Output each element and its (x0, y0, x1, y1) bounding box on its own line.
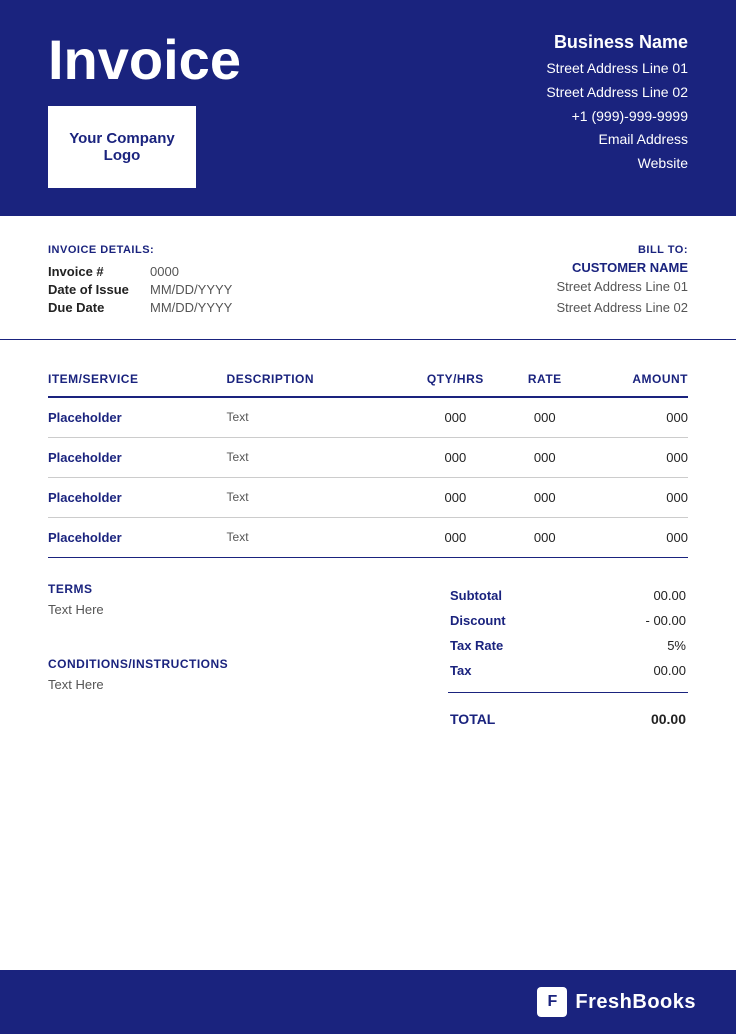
header-right: Business Name Street Address Line 01 Str… (546, 32, 688, 176)
terms-text: Text Here (48, 602, 408, 617)
tax-value: 00.00 (587, 659, 686, 682)
row-item-1: Placeholder (48, 437, 227, 477)
totals-table: Subtotal 00.00 Discount - 00.00 Tax Rate… (448, 582, 688, 684)
row-item-2: Placeholder (48, 477, 227, 517)
conditions-text: Text Here (48, 677, 408, 692)
row-qty-0: 000 (399, 397, 511, 438)
issue-date-value: MM/DD/YYYY (150, 282, 232, 297)
bill-to-title: BILL TO: (556, 244, 688, 256)
due-date-row: Due Date MM/DD/YYYY (48, 300, 232, 315)
totals-divider (448, 692, 688, 693)
col-header-amount: AMOUNT (578, 364, 688, 397)
table-row: Placeholder Text 000 000 000 (48, 437, 688, 477)
details-section: INVOICE DETAILS: Invoice # 0000 Date of … (0, 216, 736, 340)
due-date-label: Due Date (48, 300, 138, 315)
row-rate-2: 000 (511, 477, 578, 517)
discount-row: Discount - 00.00 (450, 609, 686, 632)
row-item-3: Placeholder (48, 517, 227, 557)
totals-section: Subtotal 00.00 Discount - 00.00 Tax Rate… (448, 582, 688, 733)
business-email: Email Address (546, 128, 688, 152)
terms-conditions: TERMS Text Here CONDITIONS/INSTRUCTIONS … (48, 582, 448, 692)
business-name: Business Name (546, 32, 688, 53)
bill-to-section: BILL TO: CUSTOMER NAME Street Address Li… (556, 244, 688, 319)
tax-rate-label: Tax Rate (450, 634, 585, 657)
invoice-details-title: INVOICE DETAILS: (48, 244, 232, 256)
invoice-details: INVOICE DETAILS: Invoice # 0000 Date of … (48, 244, 232, 318)
header-left: Invoice Your Company Logo (48, 32, 241, 188)
tax-rate-row: Tax Rate 5% (450, 634, 686, 657)
invoice-title: Invoice (48, 32, 241, 88)
table-row: Placeholder Text 000 000 000 (48, 477, 688, 517)
col-header-qty: QTY/HRS (399, 364, 511, 397)
issue-date-row: Date of Issue MM/DD/YYYY (48, 282, 232, 297)
row-qty-3: 000 (399, 517, 511, 557)
row-amount-0: 000 (578, 397, 688, 438)
customer-address2: Street Address Line 02 (556, 298, 688, 319)
freshbooks-icon: F (537, 987, 567, 1017)
terms-title: TERMS (48, 582, 408, 596)
company-logo: Your Company Logo (48, 106, 196, 188)
col-header-description: DESCRIPTION (227, 364, 400, 397)
main-content: INVOICE DETAILS: Invoice # 0000 Date of … (0, 216, 736, 970)
due-date-value: MM/DD/YYYY (150, 300, 232, 315)
tax-label: Tax (450, 659, 585, 682)
row-qty-1: 000 (399, 437, 511, 477)
row-item-0: Placeholder (48, 397, 227, 438)
row-desc-0: Text (227, 397, 400, 438)
business-website: Website (546, 152, 688, 176)
freshbooks-name: FreshBooks (575, 991, 696, 1014)
total-value: 00.00 (584, 703, 686, 731)
row-desc-2: Text (227, 477, 400, 517)
business-phone: +1 (999)-999-9999 (546, 105, 688, 129)
row-amount-2: 000 (578, 477, 688, 517)
col-header-rate: RATE (511, 364, 578, 397)
business-address2: Street Address Line 02 (546, 81, 688, 105)
tax-rate-value: 5% (587, 634, 686, 657)
total-table: TOTAL 00.00 (448, 701, 688, 733)
tax-row: Tax 00.00 (450, 659, 686, 682)
customer-name: CUSTOMER NAME (556, 260, 688, 275)
total-label: TOTAL (450, 703, 582, 731)
subtotal-label: Subtotal (450, 584, 585, 607)
row-rate-0: 000 (511, 397, 578, 438)
row-desc-3: Text (227, 517, 400, 557)
page-footer: F FreshBooks (0, 970, 736, 1034)
table-row: Placeholder Text 000 000 000 (48, 517, 688, 557)
row-rate-1: 000 (511, 437, 578, 477)
invoice-number-value: 0000 (150, 264, 179, 279)
terms-block: TERMS Text Here (48, 582, 408, 617)
discount-value: - 00.00 (587, 609, 686, 632)
row-amount-1: 000 (578, 437, 688, 477)
row-amount-3: 000 (578, 517, 688, 557)
table-row: Placeholder Text 000 000 000 (48, 397, 688, 438)
customer-address1: Street Address Line 01 (556, 277, 688, 298)
page-header: Invoice Your Company Logo Business Name … (0, 0, 736, 216)
conditions-block: CONDITIONS/INSTRUCTIONS Text Here (48, 657, 408, 692)
invoice-number-label: Invoice # (48, 264, 138, 279)
subtotal-row: Subtotal 00.00 (450, 584, 686, 607)
conditions-title: CONDITIONS/INSTRUCTIONS (48, 657, 408, 671)
row-rate-3: 000 (511, 517, 578, 557)
freshbooks-logo: F FreshBooks (537, 987, 696, 1017)
col-header-item: ITEM/SERVICE (48, 364, 227, 397)
row-desc-1: Text (227, 437, 400, 477)
subtotal-value: 00.00 (587, 584, 686, 607)
items-table: ITEM/SERVICE DESCRIPTION QTY/HRS RATE AM… (48, 364, 688, 558)
bottom-section: TERMS Text Here CONDITIONS/INSTRUCTIONS … (0, 558, 736, 765)
invoice-number-row: Invoice # 0000 (48, 264, 232, 279)
discount-label: Discount (450, 609, 585, 632)
items-section: ITEM/SERVICE DESCRIPTION QTY/HRS RATE AM… (0, 340, 736, 558)
business-address1: Street Address Line 01 (546, 57, 688, 81)
row-qty-2: 000 (399, 477, 511, 517)
issue-date-label: Date of Issue (48, 282, 138, 297)
table-header-row: ITEM/SERVICE DESCRIPTION QTY/HRS RATE AM… (48, 364, 688, 397)
total-row: TOTAL 00.00 (450, 703, 686, 731)
